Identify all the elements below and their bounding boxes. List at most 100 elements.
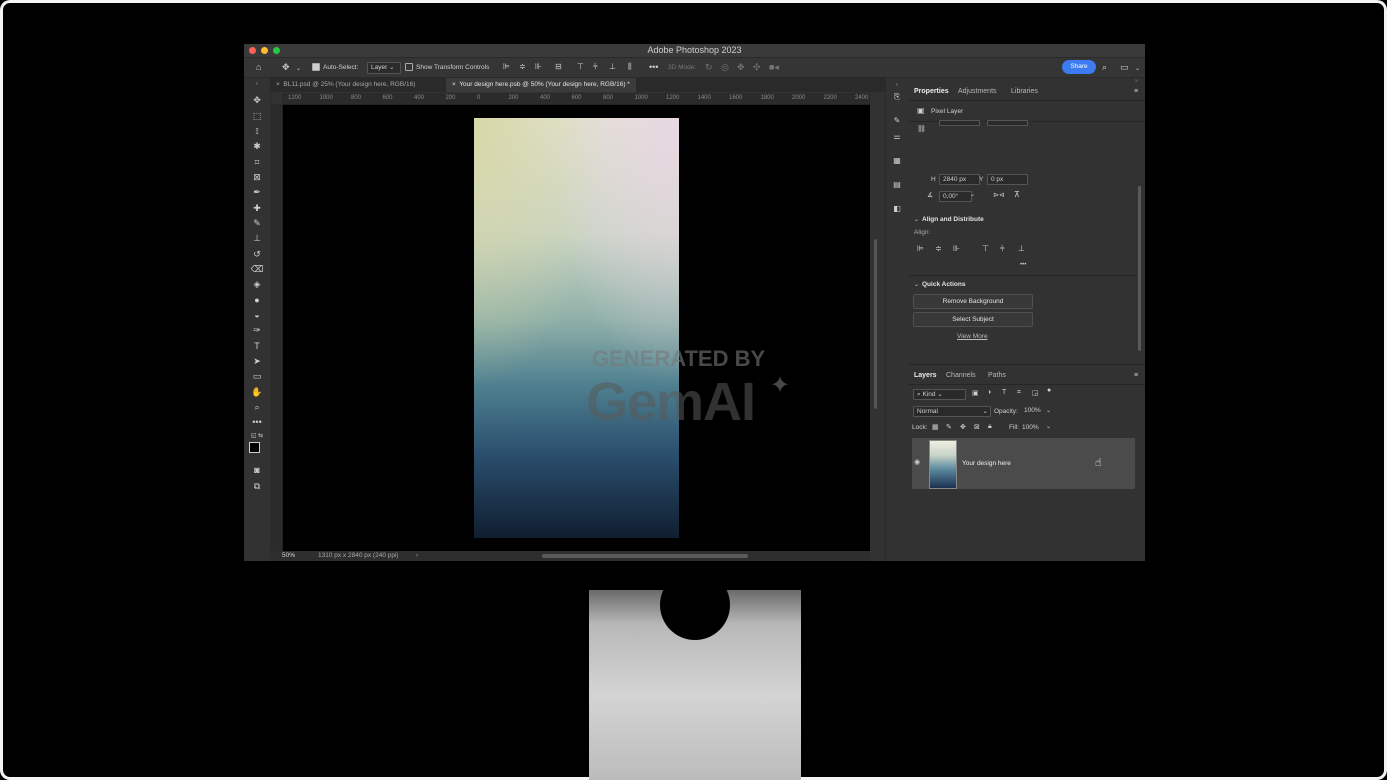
glyphs-panel-icon[interactable]: ◧: [891, 204, 903, 214]
hand-tool-icon[interactable]: ✋: [250, 386, 264, 398]
move-tool-icon[interactable]: ✥: [250, 94, 264, 106]
layers-menu-icon[interactable]: ≡: [1134, 372, 1138, 379]
view-more-link[interactable]: View More: [957, 333, 988, 340]
prop-align-bottom-icon[interactable]: ⊥: [1018, 244, 1025, 253]
align-horizontal-centers-icon[interactable]: ≑: [519, 62, 526, 72]
3d-pan-icon[interactable]: ✥: [737, 62, 745, 72]
tab-channels[interactable]: Channels: [946, 372, 976, 379]
screen-mode-icon[interactable]: ⧉: [250, 480, 264, 492]
prop-align-middle-icon[interactable]: ⫩: [1000, 244, 1005, 254]
zoom-tool-icon[interactable]: ⌕: [250, 401, 264, 413]
auto-select-dropdown[interactable]: Layer ⌄: [367, 62, 401, 74]
eraser-tool-icon[interactable]: ⌫: [250, 263, 264, 275]
y-field[interactable]: 0 px: [987, 174, 1028, 185]
path-selection-tool-icon[interactable]: ➤: [250, 355, 264, 367]
move-tool-icon[interactable]: ✥: [282, 62, 290, 72]
prop-align-top-icon[interactable]: ⊤: [982, 244, 989, 253]
tool-preset-chevron-icon[interactable]: ⌄: [296, 64, 301, 74]
link-dimensions-icon[interactable]: ⛓: [917, 125, 926, 133]
lock-artboard-icon[interactable]: ⊠: [974, 423, 980, 431]
canvas-horizontal-scrollbar[interactable]: [542, 554, 748, 558]
layer-name[interactable]: Your design here: [962, 460, 1011, 467]
close-tab-icon[interactable]: ×: [452, 81, 456, 88]
lock-transparent-icon[interactable]: ▦: [932, 423, 939, 431]
eye-icon[interactable]: ◉: [914, 458, 920, 466]
opacity-field[interactable]: 100%: [1021, 406, 1042, 415]
align-vertical-centers-icon[interactable]: ⫩: [593, 62, 598, 72]
blur-tool-icon[interactable]: ●: [250, 294, 264, 306]
workspace-icon[interactable]: ▭: [1120, 62, 1129, 72]
eyedropper-tool-icon[interactable]: ✒: [250, 186, 264, 198]
lock-image-icon[interactable]: ✎: [946, 423, 952, 431]
brush-tool-icon[interactable]: ✎: [250, 217, 264, 229]
status-menu-arrow[interactable]: ›: [416, 552, 418, 559]
paint-bucket-tool-icon[interactable]: ◈: [250, 278, 264, 290]
tab-layers[interactable]: Layers: [914, 372, 937, 379]
prop-align-center-icon[interactable]: ≑: [935, 244, 942, 253]
quick-actions-heading[interactable]: Quick Actions: [922, 281, 965, 288]
quick-mask-icon[interactable]: ◙: [250, 464, 264, 476]
tab-paths[interactable]: Paths: [988, 372, 1006, 379]
3d-slide-icon[interactable]: ✣: [753, 62, 761, 72]
filter-pixel-icon[interactable]: ▣: [972, 389, 979, 397]
properties-menu-icon[interactable]: ≡: [1134, 88, 1138, 95]
angle-field[interactable]: 0,00°: [939, 191, 972, 202]
healing-brush-tool-icon[interactable]: ✚: [250, 202, 264, 214]
grid-panel-icon[interactable]: ▦: [891, 156, 903, 166]
filter-adjustment-icon[interactable]: ◑: [987, 389, 991, 396]
magic-wand-tool-icon[interactable]: ✱: [250, 140, 264, 152]
dodge-tool-icon[interactable]: ◒: [250, 309, 264, 321]
default-colors-icon[interactable]: ◱ ⇆: [250, 430, 264, 442]
prop-align-left-icon[interactable]: ⊫: [917, 244, 924, 253]
lasso-tool-icon[interactable]: ⟟: [250, 125, 264, 137]
collapse-right-icon[interactable]: »: [1135, 78, 1138, 84]
crop-tool-icon[interactable]: ⌗: [250, 156, 264, 168]
lock-position-icon[interactable]: ✥: [960, 423, 966, 431]
collapse-panels-icon[interactable]: «: [891, 80, 903, 90]
remove-background-button[interactable]: Remove Background: [913, 294, 1033, 309]
align-section-chevron-icon[interactable]: ⌄: [914, 216, 919, 223]
document-artboard[interactable]: [474, 118, 679, 538]
canvas-area[interactable]: [283, 105, 870, 551]
frame-tool-icon[interactable]: ⊠: [250, 171, 264, 183]
align-more-icon[interactable]: •••: [1020, 262, 1026, 268]
align-right-edges-icon[interactable]: ⊪: [535, 62, 542, 72]
workspace-chevron-icon[interactable]: ⌄: [1135, 64, 1140, 74]
tab-bl11[interactable]: × BL11.psd @ 25% (Your design here, RGB/…: [270, 78, 421, 92]
home-icon[interactable]: ⌂: [256, 62, 261, 72]
collapse-tools-icon[interactable]: »: [250, 78, 264, 90]
3d-scale-icon[interactable]: ■◂: [769, 62, 779, 72]
rectangle-tool-icon[interactable]: ▭: [250, 370, 264, 382]
table-panel-icon[interactable]: ▤: [891, 180, 903, 190]
auto-select-checkbox[interactable]: [312, 63, 320, 71]
filter-toggle-icon[interactable]: ●: [1047, 387, 1051, 394]
share-button[interactable]: Share: [1062, 60, 1096, 74]
type-tool-icon[interactable]: T: [250, 340, 264, 352]
x-field-edge[interactable]: [987, 120, 1028, 126]
align-top-edges-icon[interactable]: ⊤: [577, 62, 584, 72]
marquee-tool-icon[interactable]: ⬚: [250, 110, 264, 122]
edit-toolbar-icon[interactable]: •••: [250, 416, 264, 428]
more-options-icon[interactable]: •••: [649, 62, 658, 72]
align-left-edges-icon[interactable]: ⊫: [503, 62, 510, 72]
brush-settings-icon[interactable]: ✎: [891, 116, 903, 126]
tab-your-design-here[interactable]: × Your design here.psb @ 50% (Your desig…: [446, 78, 636, 92]
flip-horizontal-icon[interactable]: ⊳⊲: [993, 191, 1005, 199]
adjustments-icon[interactable]: ⚌: [891, 132, 903, 142]
filter-shape-icon[interactable]: ⌗: [1017, 389, 1021, 397]
zoom-level[interactable]: 50%: [282, 552, 295, 559]
opacity-chevron-icon[interactable]: ⌄: [1046, 407, 1051, 414]
select-subject-button[interactable]: Select Subject: [913, 312, 1033, 327]
fill-chevron-icon[interactable]: ⌄: [1046, 423, 1051, 430]
distribute-vertical-icon[interactable]: ⫼: [628, 62, 632, 72]
quick-actions-chevron-icon[interactable]: ⌄: [914, 281, 919, 288]
history-panel-icon[interactable]: ⎘: [891, 92, 903, 102]
canvas-vertical-scrollbar[interactable]: [874, 239, 877, 409]
filter-smart-object-icon[interactable]: ◲: [1032, 389, 1039, 397]
3d-roll-icon[interactable]: ◎: [721, 62, 729, 72]
flip-vertical-icon[interactable]: ⊼: [1014, 190, 1020, 199]
blend-mode-dropdown[interactable]: Normal ⌄: [913, 406, 991, 417]
distribute-horizontal-icon[interactable]: ⊟: [555, 62, 562, 72]
angle-chevron-icon[interactable]: ⌄: [970, 191, 975, 198]
foreground-color-swatch[interactable]: [249, 442, 260, 453]
